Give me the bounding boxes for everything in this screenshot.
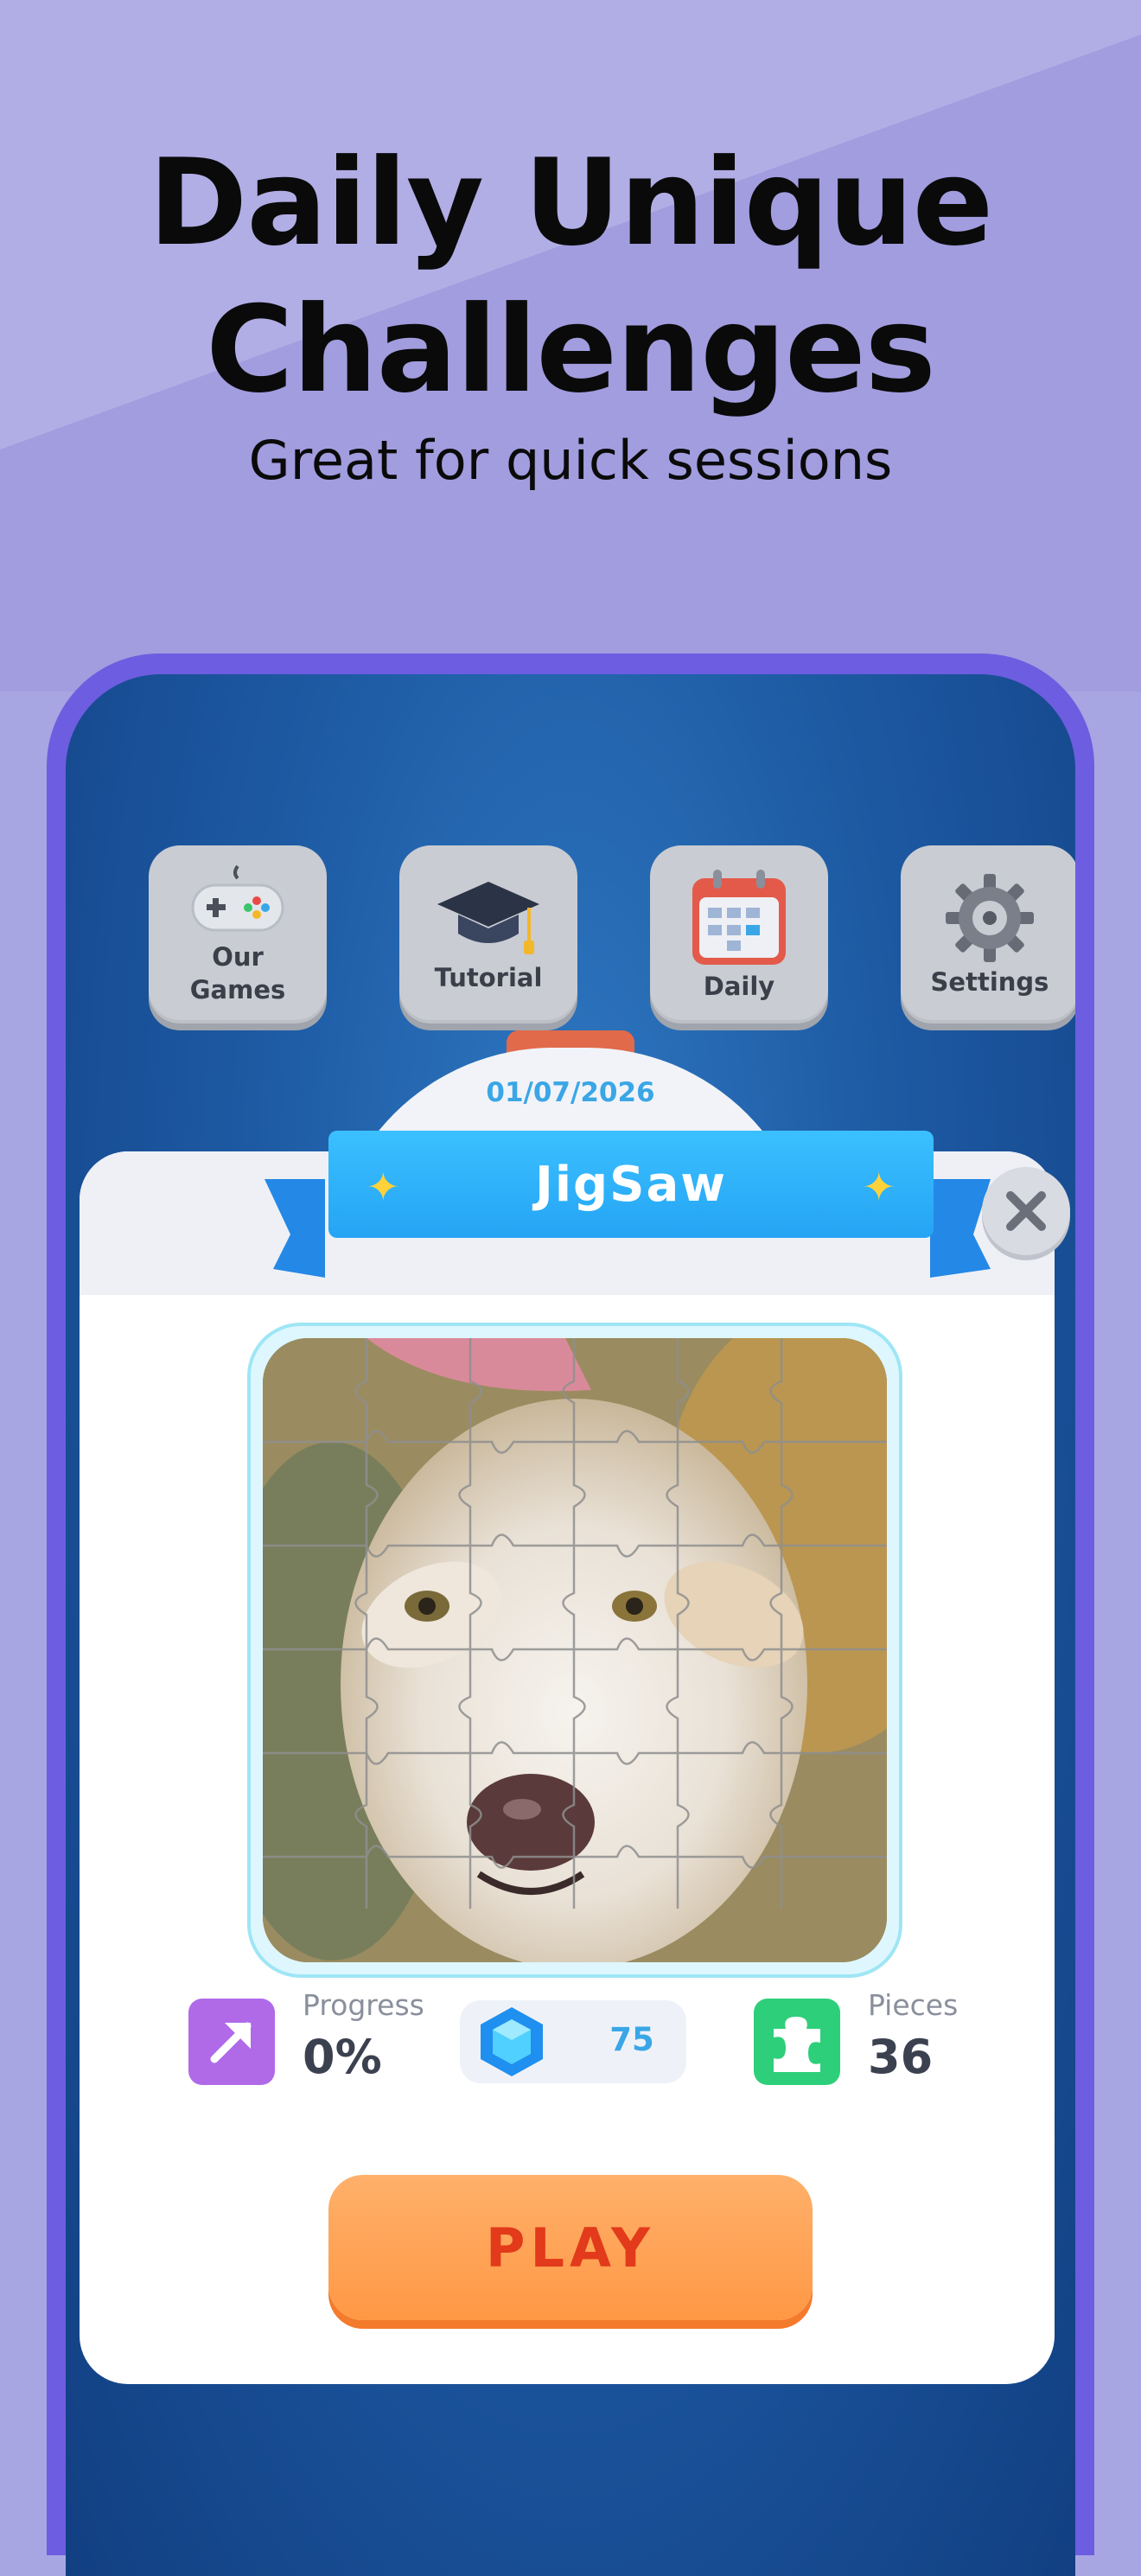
dog-puzzle-image xyxy=(263,1338,887,1962)
pieces-value: 36 xyxy=(868,2030,934,2084)
gem-icon xyxy=(470,2000,553,2088)
gem-count: 75 xyxy=(609,2021,654,2058)
puzzle-piece-icon xyxy=(774,2017,820,2072)
play-label: PLAY xyxy=(486,2216,655,2280)
marketing-subtitle: Great for quick sessions xyxy=(248,429,893,492)
settings-button[interactable]: Settings xyxy=(901,845,1075,1023)
calendar-icon xyxy=(692,870,786,965)
our-games-button[interactable]: Our Games xyxy=(149,845,327,1023)
close-icon xyxy=(1006,1191,1046,1231)
marketing-title-line2: Challenges xyxy=(206,280,936,419)
daily-label: Daily xyxy=(703,972,775,1001)
phone-screen: Our Games Tutorial Daily Settings 01/07/… xyxy=(66,674,1075,2576)
close-button[interactable] xyxy=(982,1167,1070,1255)
tutorial-button[interactable]: Tutorial xyxy=(399,845,577,1023)
gear-icon xyxy=(946,874,1034,962)
graduation-cap-icon xyxy=(437,882,539,954)
puzzle-title: JigSaw xyxy=(535,1156,727,1213)
pieces-icon xyxy=(754,1999,840,2085)
puzzle-frame[interactable] xyxy=(247,1323,902,1978)
sparkle-icon-right: ✦ xyxy=(862,1164,896,1209)
title-ribbon: ✦ JigSaw ✦ xyxy=(265,1131,991,1321)
dog-illustration xyxy=(263,1338,887,1962)
our-games-label-2: Games xyxy=(189,975,286,1004)
our-games-label-1: Our xyxy=(212,942,264,972)
gamepad-icon xyxy=(191,864,284,932)
progress-icon xyxy=(188,1999,275,2085)
sparkle-icon-left: ✦ xyxy=(367,1164,400,1209)
tutorial-label: Tutorial xyxy=(434,963,543,992)
phone-frame: Our Games Tutorial Daily Settings 01/07/… xyxy=(47,654,1094,2576)
play-button[interactable]: PLAY xyxy=(328,2175,813,2320)
progress-label: Progress xyxy=(303,1988,424,2022)
marketing-title: Daily Unique Challenges xyxy=(0,130,1141,424)
arrow-up-right-icon xyxy=(210,2022,252,2063)
ribbon-banner: ✦ JigSaw ✦ xyxy=(328,1131,934,1238)
daily-button[interactable]: Daily xyxy=(650,845,828,1023)
pieces-label: Pieces xyxy=(868,1988,959,2022)
puzzle-date: 01/07/2026 xyxy=(486,1077,655,1108)
progress-value: 0% xyxy=(303,2030,382,2084)
settings-label: Settings xyxy=(930,967,1049,997)
marketing-title-line1: Daily Unique xyxy=(148,133,994,272)
